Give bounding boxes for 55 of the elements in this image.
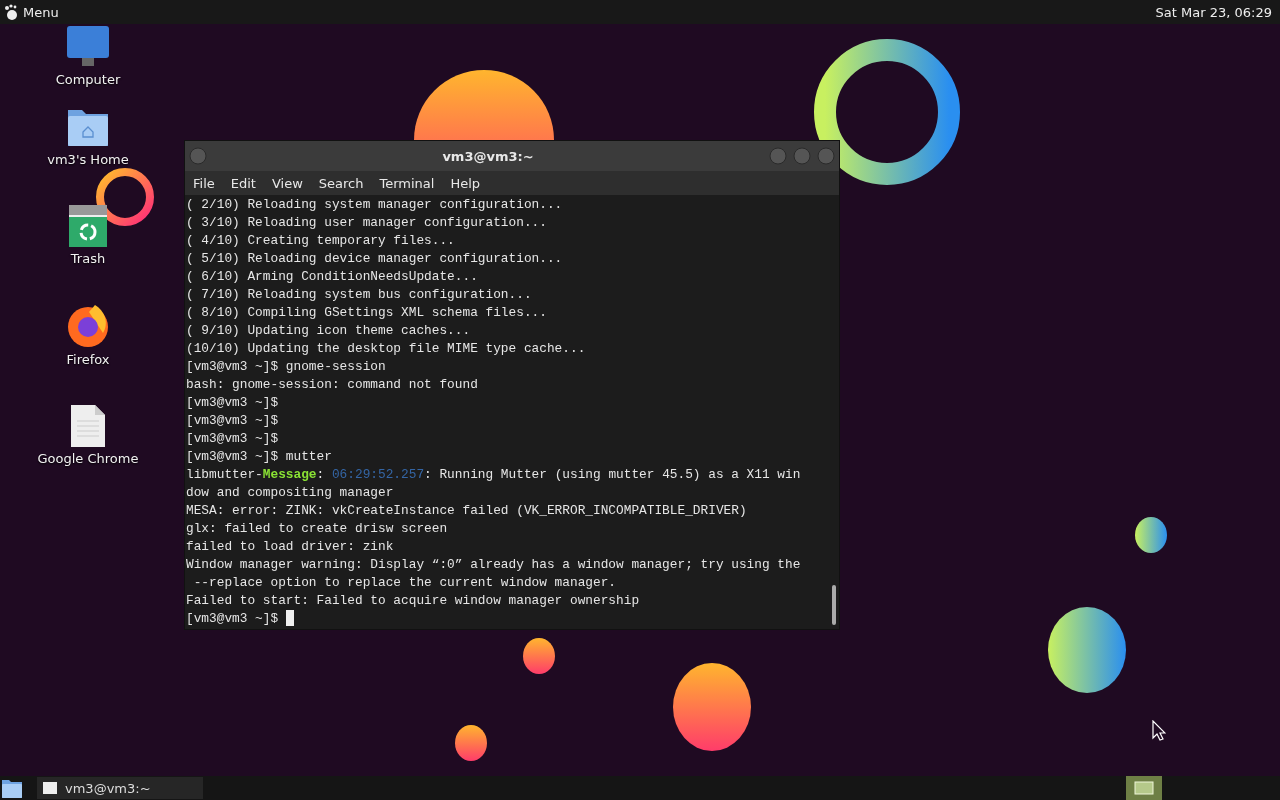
- desktop-icon-label[interactable]: Computer: [55, 72, 121, 87]
- terminal-line: ( 7/10) Reloading system bus configuration...: [186, 286, 533, 304]
- menu-item[interactable]: File: [187, 173, 221, 193]
- menu-item[interactable]: View: [265, 173, 309, 193]
- terminal-line: [vm3@vm3 ~]$: [186, 412, 280, 430]
- foot-icon: [4, 4, 18, 20]
- scrollbar-thumb[interactable]: [832, 585, 836, 625]
- trash-icon: [69, 205, 107, 247]
- terminal-line: ( 8/10) Compiling GSettings XML schema files...: [186, 304, 548, 322]
- workspace-switcher[interactable]: [1126, 776, 1162, 800]
- menu-item[interactable]: Search: [312, 173, 370, 193]
- terminal-line: ( 2/10) Reloading system manager configuration...: [186, 196, 564, 214]
- terminal-line: Failed to start: Failed to acquire window manager ownership: [186, 592, 641, 610]
- terminal-line: ( 5/10) Reloading device manager configuration...: [186, 250, 564, 268]
- window-title: vm3@vm3:~: [442, 148, 534, 164]
- desktop-icon-label[interactable]: Trash: [70, 251, 106, 266]
- desktop-icon-label[interactable]: vm3's Home: [47, 152, 129, 167]
- terminal-line: failed to load driver: zink: [186, 538, 395, 556]
- terminal-line: MESA: error: ZINK: vkCreateInstance failed (VK_ERROR_INCOMPATIBLE_DRIVER): [186, 502, 748, 520]
- workspace-icon: [1134, 781, 1154, 795]
- terminal-line: (10/10) Updating the desktop file MIME type cache...: [186, 340, 587, 358]
- terminal-line: glx: failed to create drisw screen: [186, 520, 449, 538]
- window-icon: [43, 782, 57, 794]
- menu-item[interactable]: Edit: [224, 173, 262, 193]
- maximize-button[interactable]: [793, 147, 811, 165]
- firefox-icon: [65, 302, 111, 348]
- terminal-line: ( 4/10) Creating temporary files...: [186, 232, 456, 250]
- terminal-line: [vm3@vm3 ~]$ gnome-session: [186, 358, 387, 376]
- terminal-line: bash: gnome-session: command not found: [186, 376, 479, 394]
- menu-button[interactable]: Menu: [4, 4, 59, 20]
- clock[interactable]: Sat Mar 23, 06:29: [1155, 4, 1272, 20]
- desktop-icon-label[interactable]: Google Chrome: [37, 451, 139, 466]
- terminal-line: --replace option to replace the current window manager.: [192, 574, 618, 592]
- taskbar-button[interactable]: vm3@vm3:~: [37, 777, 203, 799]
- menu-item[interactable]: Help: [444, 173, 487, 193]
- mouse-pointer-icon: [1152, 720, 1166, 742]
- menu-label[interactable]: Menu: [23, 4, 59, 20]
- document-icon: [71, 405, 105, 447]
- terminal-line: ( 6/10) Arming ConditionNeedsUpdate...: [186, 268, 479, 286]
- menu-item[interactable]: Terminal: [373, 173, 441, 193]
- folder-icon[interactable]: [1, 778, 23, 798]
- monitor-icon: [66, 26, 110, 68]
- terminal-line: [vm3@vm3 ~]$: [186, 394, 280, 412]
- terminal-line: libmutter-Message: 06:29:52.257: Running Mutter (using mutter 45.5) as a X11 win: [186, 466, 802, 484]
- minimize-button[interactable]: [769, 147, 787, 165]
- terminal-line: [vm3@vm3 ~]$: [186, 430, 280, 448]
- terminal-line: [vm3@vm3 ~]$ mutter: [186, 448, 333, 466]
- window-menu-icon[interactable]: [189, 147, 207, 165]
- terminal-line: ( 9/10) Updating icon theme caches...: [186, 322, 472, 340]
- terminal-line: ( 3/10) Reloading user manager configuration...: [186, 214, 548, 232]
- desktop-icon-label[interactable]: Firefox: [66, 352, 110, 367]
- terminal-line: dow and compositing manager: [186, 484, 395, 502]
- close-button[interactable]: [817, 147, 835, 165]
- terminal-prompt: [vm3@vm3 ~]$: [186, 610, 280, 628]
- terminal-line: Window manager warning: Display “:0” already has a window manager; try using the: [186, 556, 802, 574]
